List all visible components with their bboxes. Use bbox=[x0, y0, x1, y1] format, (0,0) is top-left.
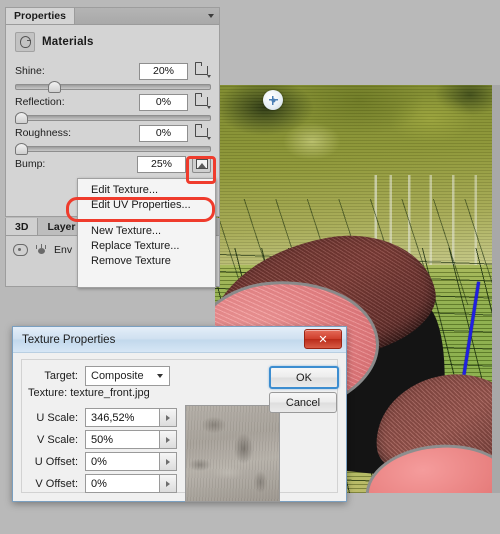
panel-tab-bar: Properties bbox=[6, 8, 219, 25]
app-root: Properties Materials Shine: 20% bbox=[0, 0, 500, 534]
texture-properties-dialog: Texture Properties ✕ Target: Composite T… bbox=[12, 326, 347, 502]
ok-button[interactable]: OK bbox=[269, 366, 339, 389]
eye-icon[interactable] bbox=[13, 244, 28, 256]
panel-menu-button[interactable] bbox=[75, 8, 219, 24]
roughness-value[interactable]: 0% bbox=[139, 125, 188, 142]
v-offset-row: V Offset: 0% bbox=[22, 474, 177, 493]
v-offset-spinner-arrow-icon[interactable] bbox=[160, 474, 177, 493]
scene-axis-widget-icon[interactable] bbox=[263, 90, 283, 110]
target-label: Target: bbox=[22, 370, 85, 382]
bump-value[interactable]: 25% bbox=[137, 156, 186, 173]
menu-item-replace-texture[interactable]: Replace Texture... bbox=[78, 238, 215, 253]
shine-folder-icon[interactable] bbox=[194, 64, 211, 79]
tab-3d-label: 3D bbox=[15, 221, 28, 233]
property-row-roughness: Roughness: 0% bbox=[15, 124, 211, 142]
roughness-slider[interactable] bbox=[15, 142, 211, 155]
v-scale-spinner-arrow-icon[interactable] bbox=[160, 430, 177, 449]
property-row-shine: Shine: 20% bbox=[15, 62, 211, 80]
u-scale-spinner-arrow-icon[interactable] bbox=[160, 408, 177, 427]
shine-value[interactable]: 20% bbox=[139, 63, 188, 80]
roughness-slider-track bbox=[15, 146, 211, 152]
tab-properties[interactable]: Properties bbox=[6, 8, 75, 24]
dialog-title-bar[interactable]: Texture Properties ✕ bbox=[13, 327, 346, 353]
tab-3d[interactable]: 3D bbox=[6, 218, 38, 235]
v-offset-label: V Offset: bbox=[22, 478, 85, 490]
v-scale-label: V Scale: bbox=[22, 434, 85, 446]
environment-icon bbox=[34, 244, 48, 256]
menu-separator bbox=[82, 214, 211, 220]
v-scale-row: V Scale: 50% bbox=[22, 430, 177, 449]
target-select-value: Composite bbox=[91, 370, 157, 382]
cancel-button[interactable]: Cancel bbox=[269, 392, 337, 413]
roughness-folder-icon[interactable] bbox=[194, 126, 211, 141]
shine-slider-thumb[interactable] bbox=[48, 81, 61, 93]
menu-item-remove-texture[interactable]: Remove Texture bbox=[78, 253, 215, 268]
menu-item-replace-texture-label: Replace Texture... bbox=[91, 240, 179, 252]
v-offset-input[interactable]: 0% bbox=[85, 474, 160, 493]
shine-slider[interactable] bbox=[15, 80, 211, 93]
target-row: Target: Composite bbox=[22, 366, 170, 386]
menu-item-edit-texture-label: Edit Texture... bbox=[91, 184, 158, 196]
reflection-label: Reflection: bbox=[15, 96, 139, 108]
target-select[interactable]: Composite bbox=[85, 366, 170, 386]
texture-filename-row: Texture: texture_front.jpg bbox=[28, 387, 150, 399]
u-scale-label: U Scale: bbox=[22, 412, 85, 424]
menu-item-new-texture-label: New Texture... bbox=[91, 225, 161, 237]
texture-image-icon[interactable] bbox=[192, 156, 211, 173]
tab-layer-label: Layer bbox=[47, 221, 75, 233]
menu-item-edit-texture[interactable]: Edit Texture... bbox=[78, 182, 215, 197]
roughness-label: Roughness: bbox=[15, 127, 139, 139]
v-scale-input[interactable]: 50% bbox=[85, 430, 160, 449]
materials-sphere-icon bbox=[15, 32, 35, 52]
reflection-slider-thumb[interactable] bbox=[15, 112, 28, 124]
dialog-body: Target: Composite Texture: texture_front… bbox=[21, 359, 338, 493]
property-row-reflection: Reflection: 0% bbox=[15, 93, 211, 111]
bump-label: Bump: bbox=[15, 158, 137, 170]
texture-context-menu[interactable]: Edit Texture... Edit UV Properties... Ne… bbox=[77, 178, 216, 288]
u-scale-input[interactable]: 346,52% bbox=[85, 408, 160, 427]
material-properties-list: Shine: 20% Reflection: 0% bbox=[6, 58, 219, 173]
dialog-title: Texture Properties bbox=[13, 334, 115, 346]
texture-filename: texture_front.jpg bbox=[70, 387, 150, 399]
panel-menu-caret-icon bbox=[208, 14, 214, 18]
menu-item-edit-uv-properties-label: Edit UV Properties... bbox=[91, 199, 191, 211]
texture-label: Texture: bbox=[28, 387, 67, 399]
menu-item-remove-texture-label: Remove Texture bbox=[91, 255, 171, 267]
viewport-gutter bbox=[492, 85, 500, 493]
menu-item-new-texture[interactable]: New Texture... bbox=[78, 223, 215, 238]
materials-header: Materials bbox=[6, 25, 219, 58]
shine-slider-track bbox=[15, 84, 211, 90]
roughness-slider-thumb[interactable] bbox=[15, 143, 28, 155]
reflection-slider[interactable] bbox=[15, 111, 211, 124]
property-row-bump: Bump: 25% bbox=[15, 155, 211, 173]
environment-label: Env bbox=[54, 244, 72, 256]
u-offset-label: U Offset: bbox=[22, 456, 85, 468]
close-icon[interactable]: ✕ bbox=[304, 329, 342, 349]
texture-preview bbox=[185, 405, 280, 502]
u-offset-input[interactable]: 0% bbox=[85, 452, 160, 471]
tab-properties-label: Properties bbox=[14, 10, 66, 22]
chevron-down-icon bbox=[157, 374, 163, 378]
reflection-value[interactable]: 0% bbox=[139, 94, 188, 111]
materials-title: Materials bbox=[42, 36, 94, 48]
shine-label: Shine: bbox=[15, 65, 139, 77]
u-scale-row: U Scale: 346,52% bbox=[22, 408, 177, 427]
menu-item-edit-uv-properties[interactable]: Edit UV Properties... bbox=[78, 197, 215, 212]
u-offset-row: U Offset: 0% bbox=[22, 452, 177, 471]
reflection-slider-track bbox=[15, 115, 211, 121]
reflection-folder-icon[interactable] bbox=[194, 95, 211, 110]
u-offset-spinner-arrow-icon[interactable] bbox=[160, 452, 177, 471]
